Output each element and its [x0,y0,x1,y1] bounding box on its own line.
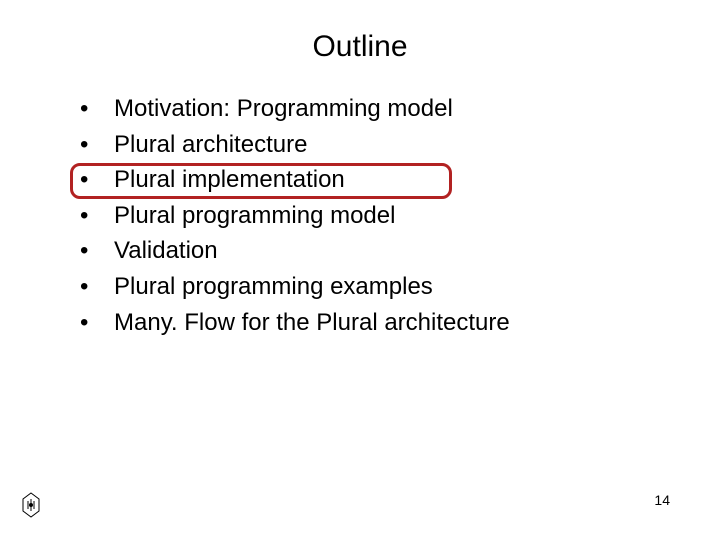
slide-container: Outline Motivation: Programming model Pl… [0,0,720,540]
list-item: Plural implementation [80,163,670,197]
list-item: Many. Flow for the Plural architecture [80,306,670,340]
bullet-text: Validation [114,237,218,264]
bullet-text: Plural implementation [114,166,345,193]
list-item: Plural programming examples [80,270,670,304]
bullet-list: Motivation: Programming model Plural arc… [50,92,670,339]
list-item: Motivation: Programming model [80,92,670,126]
bullet-text: Plural architecture [114,131,307,158]
logo-icon [22,492,40,518]
bullet-text: Motivation: Programming model [114,95,453,122]
list-item: Plural programming model [80,199,670,233]
slide-title: Outline [50,30,670,64]
page-number: 14 [654,492,670,508]
list-item: Plural architecture [80,128,670,162]
bullet-text: Plural programming model [114,202,395,229]
bullet-text: Many. Flow for the Plural architecture [114,309,510,336]
list-item: Validation [80,234,670,268]
bullet-text: Plural programming examples [114,273,433,300]
